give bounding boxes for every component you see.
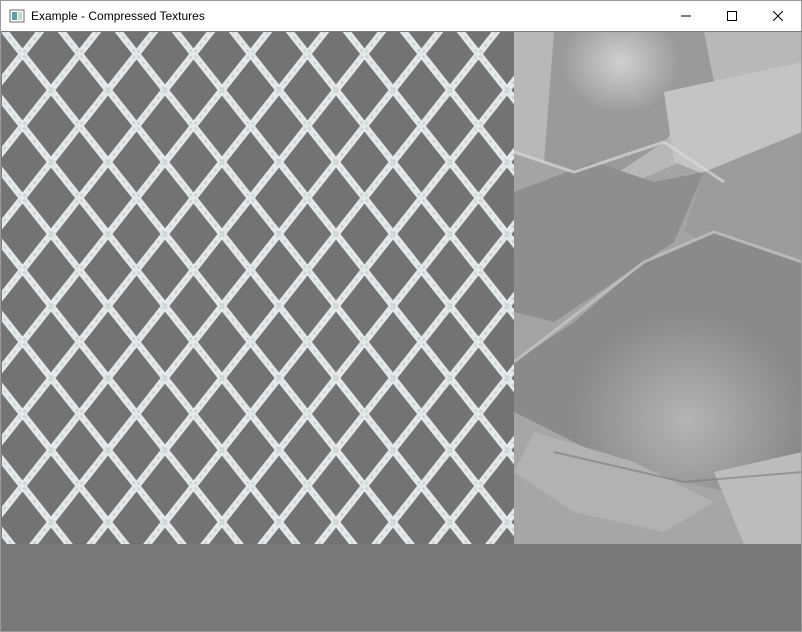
close-button[interactable] xyxy=(755,1,801,31)
app-window: Example - Compressed Textures xyxy=(0,0,802,632)
close-icon xyxy=(773,11,783,21)
rock-surface-texture xyxy=(514,32,801,544)
maximize-button[interactable] xyxy=(709,1,755,31)
title-bar[interactable]: Example - Compressed Textures xyxy=(1,1,801,31)
window-controls xyxy=(663,1,801,31)
window-title: Example - Compressed Textures xyxy=(31,9,205,23)
render-viewport[interactable] xyxy=(1,31,801,631)
chain-link-fence-texture xyxy=(2,32,514,544)
maximize-icon xyxy=(727,11,737,21)
minimize-button[interactable] xyxy=(663,1,709,31)
minimize-icon xyxy=(681,15,691,17)
window-app-icon xyxy=(9,8,25,24)
